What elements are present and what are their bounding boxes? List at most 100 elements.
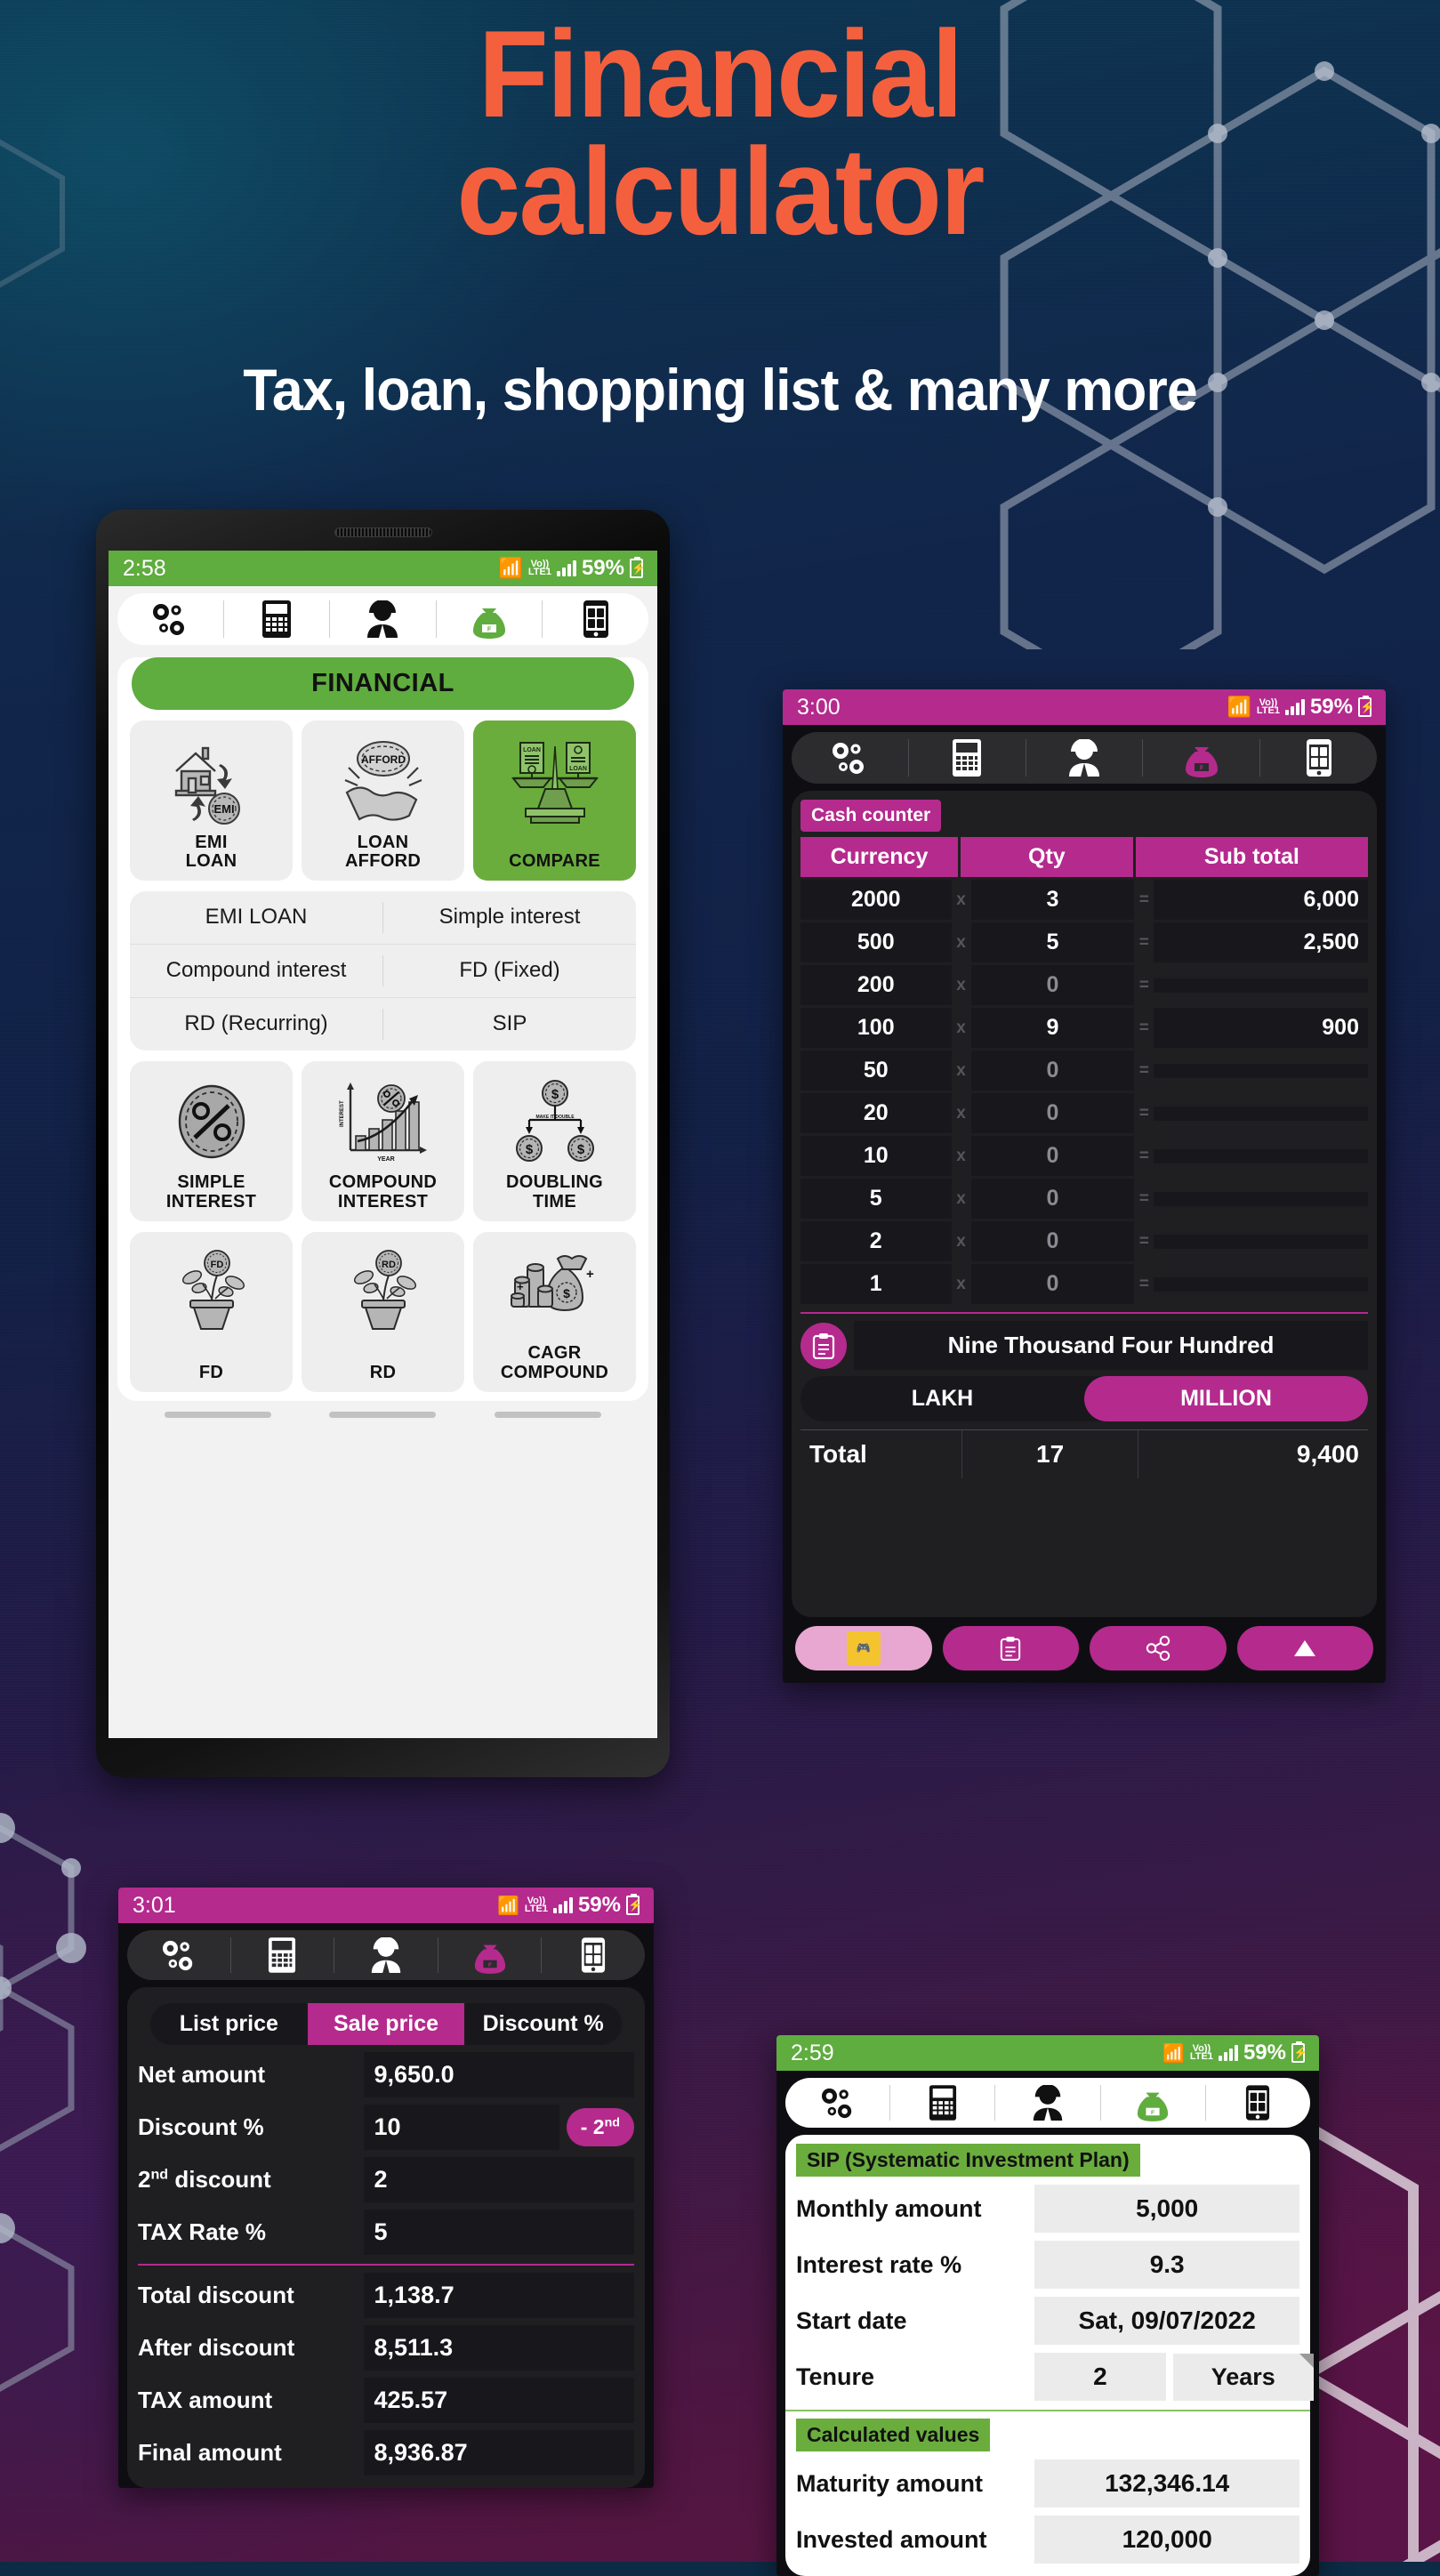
tile-loan-afford[interactable]: AFFORD LOAN AFFORD — [302, 720, 464, 881]
row-qty-input[interactable]: 9 — [970, 1008, 1135, 1048]
row-qty-input[interactable]: 0 — [970, 1179, 1135, 1219]
row-qty-input[interactable]: 0 — [970, 1136, 1135, 1176]
mobile-tools-icon[interactable] — [1260, 738, 1377, 777]
field-label: Net amount — [138, 2061, 265, 2088]
column-header-currency: Currency — [800, 837, 958, 877]
android-nav-bar[interactable] — [109, 1401, 657, 1421]
phone2-bottom-toolbar[interactable]: 🎮 — [783, 1617, 1386, 1683]
row-qty-input[interactable]: 3 — [970, 880, 1135, 920]
mobile-tools-icon[interactable] — [542, 1936, 645, 1974]
list-cell[interactable]: RD (Recurring) — [130, 998, 382, 1051]
tile-fd[interactable]: FD FD — [130, 1231, 293, 1392]
list-item[interactable]: EMI LOAN Simple interest — [130, 891, 636, 944]
list-cell[interactable]: Compound interest — [130, 945, 382, 997]
row-qty-input[interactable]: 0 — [970, 1051, 1135, 1091]
list-item[interactable]: RD (Recurring) SIP — [130, 996, 636, 1051]
list-cell[interactable]: EMI LOAN — [130, 891, 382, 944]
cash-counter-row[interactable]: 200 x 0 = — [800, 965, 1368, 1005]
tab-list-price[interactable]: List price — [150, 2003, 308, 2045]
list-item[interactable]: Compound interest FD (Fixed) — [130, 943, 636, 997]
cash-counter-row[interactable]: 2000 x 3 = 6,000 — [800, 880, 1368, 920]
phone3-status-bar: 3:01 📶 Vo)) LTE1 59% — [118, 1888, 654, 1923]
list-cell[interactable]: Simple interest — [383, 891, 636, 944]
row-currency: 2 — [800, 1221, 952, 1261]
cash-counter-row[interactable]: 1 x 0 = — [800, 1264, 1368, 1304]
list-cell[interactable]: FD (Fixed) — [383, 945, 636, 997]
mobile-tools-icon[interactable] — [543, 600, 648, 639]
loan-scale-icon: LOAN LOAN — [477, 731, 632, 831]
field-value-input[interactable]: 9.3 — [1034, 2241, 1299, 2289]
tile-emi-loan[interactable]: EMI EMI LOAN — [130, 720, 293, 881]
tab-sale-price[interactable]: Sale price — [307, 2003, 465, 2045]
tile-compare[interactable]: LOAN LOAN COMPARE — [473, 720, 636, 881]
tile-cagr-compound[interactable]: $ + + CAGR COMPOUND — [473, 1231, 636, 1392]
money-bag-icon[interactable]: F — [437, 600, 543, 639]
engineer-icon[interactable] — [995, 2085, 1099, 2121]
gears-icon[interactable] — [117, 601, 223, 637]
field-value-input[interactable]: 5,000 — [1034, 2185, 1299, 2233]
field-value-input[interactable]: 10 — [363, 2105, 559, 2150]
tenure-unit-dropdown[interactable]: Years — [1172, 2353, 1315, 2401]
price-mode-tabs[interactable]: List price Sale price Discount % — [150, 2003, 622, 2045]
row-qty-input[interactable]: 0 — [970, 1221, 1135, 1261]
engineer-icon[interactable] — [330, 600, 436, 638]
share-button[interactable] — [1090, 1626, 1227, 1670]
svg-text:MAKE IT DOUBLE: MAKE IT DOUBLE — [535, 1115, 575, 1120]
money-bag-icon[interactable]: F — [438, 1936, 542, 1974]
second-discount-button[interactable]: - 2nd — [566, 2108, 634, 2146]
mobile-tools-icon[interactable] — [1206, 2084, 1310, 2121]
nav-back-indicator[interactable] — [164, 1411, 271, 1418]
money-bag-icon[interactable]: F — [1143, 738, 1259, 777]
cash-counter-row[interactable]: 10 x 0 = — [800, 1136, 1368, 1176]
gears-icon[interactable] — [792, 740, 908, 776]
calculator-icon[interactable] — [890, 2084, 994, 2121]
field-value-input[interactable]: 2 — [363, 2157, 634, 2202]
cash-counter-row[interactable]: 500 x 5 = 2,500 — [800, 922, 1368, 962]
wifi-icon: 📶 — [498, 557, 523, 579]
tile-simple-interest[interactable]: SIMPLE INTEREST — [130, 1060, 293, 1221]
cash-counter-row[interactable]: 50 x 0 = — [800, 1051, 1368, 1091]
field-value-input[interactable]: 5 — [363, 2210, 634, 2255]
unit-option-lakh[interactable]: LAKH — [800, 1376, 1084, 1421]
copy-clipboard-button[interactable] — [800, 1322, 847, 1369]
field-value-input[interactable]: 2 — [1034, 2353, 1166, 2401]
row-qty-input[interactable]: 0 — [970, 1093, 1135, 1133]
promo-app-button[interactable]: 🎮 — [795, 1626, 932, 1670]
cash-counter-row[interactable]: 20 x 0 = — [800, 1093, 1368, 1133]
tile-doubling-time[interactable]: $ MAKE IT DOUBLE $ $ DOUBLING TIME — [473, 1060, 636, 1221]
unit-toggle[interactable]: LAKH MILLION — [800, 1376, 1368, 1421]
money-bag-icon[interactable]: F — [1101, 2084, 1205, 2121]
tab-discount-percent[interactable]: Discount % — [464, 2003, 622, 2045]
clipboard-button[interactable] — [942, 1626, 1079, 1670]
scroll-up-button[interactable] — [1236, 1626, 1373, 1670]
calculator-icon[interactable] — [909, 738, 1026, 777]
row-qty-input[interactable]: 0 — [970, 965, 1135, 1005]
cash-counter-row[interactable]: 100 x 9 = 900 — [800, 1008, 1368, 1048]
gears-icon[interactable] — [127, 1938, 230, 1972]
row-qty-input[interactable]: 0 — [970, 1264, 1135, 1304]
nav-recents-indicator[interactable] — [495, 1411, 602, 1418]
calculator-icon[interactable] — [231, 1936, 334, 1974]
phone1-icon-nav[interactable]: F — [117, 593, 648, 645]
gears-icon[interactable] — [785, 2086, 889, 2120]
nav-home-indicator[interactable] — [329, 1411, 437, 1418]
unit-option-million[interactable]: MILLION — [1084, 1376, 1368, 1421]
tile-rd[interactable]: RD RD — [302, 1231, 464, 1392]
tile-compound-interest[interactable]: INTEREST YEAR COMPOUND INTEREST — [302, 1060, 464, 1221]
engineer-icon[interactable] — [1026, 739, 1143, 777]
phone4-icon-nav[interactable]: F — [785, 2078, 1310, 2128]
row-currency: 2000 — [800, 880, 952, 920]
row-qty-input[interactable]: 5 — [970, 922, 1135, 962]
field-value-input[interactable]: 9,650.0 — [363, 2052, 634, 2097]
calculator-icon[interactable] — [224, 600, 330, 639]
cash-counter-row[interactable]: 2 x 0 = — [800, 1221, 1368, 1261]
phone2-icon-nav[interactable]: F — [792, 732, 1377, 784]
list-cell[interactable]: SIP — [383, 998, 636, 1051]
field-value-input[interactable]: Sat, 09/07/2022 — [1034, 2297, 1299, 2345]
svg-text:AFFORD: AFFORD — [361, 753, 406, 766]
amount-in-words: Nine Thousand Four Hundred — [854, 1321, 1368, 1370]
engineer-icon[interactable] — [334, 1937, 438, 1973]
phone3-icon-nav[interactable]: F — [127, 1930, 645, 1980]
result-value: 132,346.14 — [1034, 2459, 1299, 2508]
cash-counter-row[interactable]: 5 x 0 = — [800, 1179, 1368, 1219]
